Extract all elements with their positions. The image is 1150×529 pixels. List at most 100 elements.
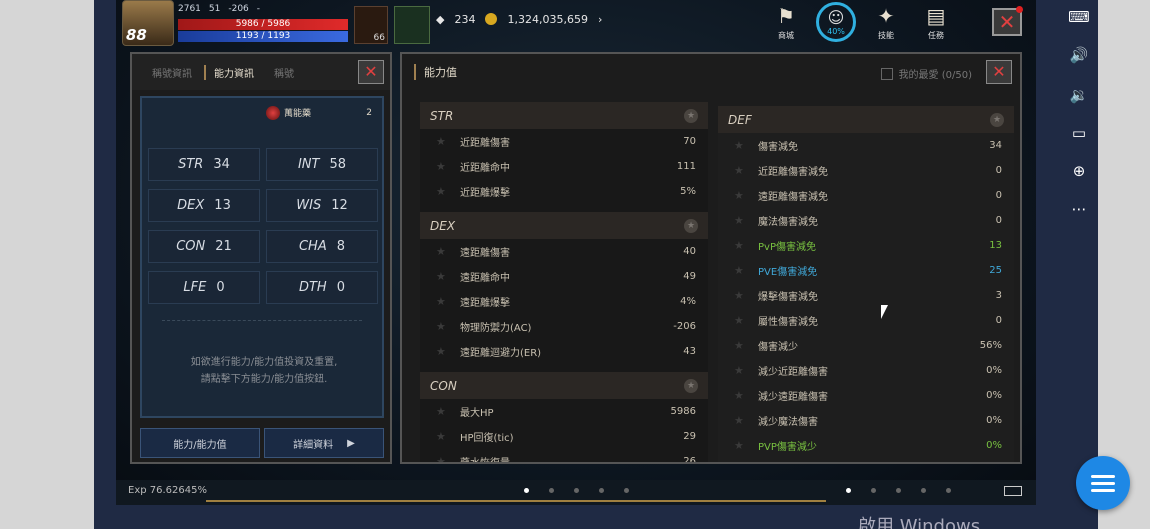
- page-dot[interactable]: [921, 488, 926, 493]
- crystal-icon: ◆: [436, 12, 445, 26]
- outer-right-bg: [1098, 0, 1150, 529]
- add-apk-icon[interactable]: ⊕: [1068, 160, 1090, 182]
- chevron-right-icon[interactable]: ›: [598, 13, 602, 26]
- stat-value: 0: [995, 215, 1002, 226]
- section-dex-header: DEX ★: [420, 212, 708, 239]
- quest-button[interactable]: ▤ 任務: [916, 2, 956, 46]
- page-dot[interactable]: [871, 488, 876, 493]
- reset-hint: 如欲進行能力/能力值投資及重置, 請點擊下方能力/能力值按鈕.: [152, 354, 376, 388]
- star-icon[interactable]: ★: [436, 405, 460, 418]
- stat-dex[interactable]: DEX 13: [148, 189, 260, 222]
- exp-readout: Exp 76.62645%: [128, 485, 207, 496]
- page-dot[interactable]: [624, 488, 629, 493]
- stat-row: ★ HP回復(tic) 29: [420, 424, 708, 449]
- star-icon[interactable]: ★: [990, 112, 1004, 127]
- stat-row: ★ PVE傷害減免 25: [718, 258, 1014, 283]
- game-viewport: 88 2761 51 -206 - 5986 / 5986 1193 / 119…: [116, 0, 1036, 505]
- volume-down-icon[interactable]: 🔉: [1068, 84, 1090, 106]
- star-icon[interactable]: ★: [734, 139, 758, 152]
- tab-title[interactable]: 稱號: [266, 65, 302, 80]
- star-icon[interactable]: ★: [734, 239, 758, 252]
- star-icon[interactable]: ★: [734, 339, 758, 352]
- tab-title-info[interactable]: 稱號資訊: [144, 65, 200, 80]
- star-icon[interactable]: ★: [734, 439, 758, 452]
- page-dot[interactable]: [549, 488, 554, 493]
- stat-row: ★ 近距離命中 111: [420, 154, 708, 179]
- stat-name: LFE: [183, 280, 207, 295]
- star-icon[interactable]: ★: [436, 245, 460, 258]
- leaf-item-slot[interactable]: [394, 6, 430, 44]
- window-frame-left: [94, 0, 116, 529]
- keyboard-icon[interactable]: ⌨: [1068, 6, 1090, 28]
- potion-slot[interactable]: 66: [354, 6, 388, 44]
- volume-up-icon[interactable]: 🔊: [1068, 44, 1090, 66]
- stat-value: 4%: [680, 296, 696, 307]
- stat-row: ★ PVP傷害減少 0%: [718, 433, 1014, 458]
- star-icon[interactable]: ★: [734, 214, 758, 227]
- star-icon[interactable]: ★: [734, 289, 758, 302]
- stat-row: ★藥水恢復量 26: [420, 449, 708, 462]
- more-icon[interactable]: ⋯: [1068, 198, 1090, 220]
- page-dot[interactable]: [846, 488, 851, 493]
- stat-int[interactable]: INT 58: [266, 148, 378, 181]
- star-icon[interactable]: ★: [436, 295, 460, 308]
- star-icon[interactable]: ★: [734, 389, 758, 402]
- star-icon[interactable]: ★: [684, 378, 698, 393]
- stat-value: 0: [995, 190, 1002, 201]
- star-icon[interactable]: ★: [734, 164, 758, 177]
- stat-row: ★ 近距離傷害 70: [420, 129, 708, 154]
- stat-wis[interactable]: WIS 12: [266, 189, 378, 222]
- star-icon[interactable]: ★: [684, 218, 698, 233]
- page-dot[interactable]: [946, 488, 951, 493]
- stat-column-left[interactable]: STR ★ ★ 近距離傷害 70 ★ 近距離命中 111 ★ 近距離爆擊 5% DEX ★ ★ 遠…: [420, 102, 708, 462]
- star-icon[interactable]: ★: [436, 270, 460, 283]
- star-icon[interactable]: ★: [436, 320, 460, 333]
- star-icon[interactable]: ★: [734, 314, 758, 327]
- hud-stat-1: 2761: [178, 4, 201, 14]
- skill-button[interactable]: ✦ 技能: [866, 2, 906, 46]
- star-icon[interactable]: ★: [436, 135, 460, 148]
- stat-lfe[interactable]: LFE 0: [148, 271, 260, 304]
- stat-value: 26: [683, 456, 696, 462]
- details-button[interactable]: 詳細資料 ▶: [264, 428, 384, 458]
- star-icon[interactable]: ★: [734, 189, 758, 202]
- page-dot[interactable]: [524, 488, 529, 493]
- shop-button[interactable]: ⚑ 商城: [766, 2, 806, 46]
- stat-row: ★ 減少近距離傷害 0%: [718, 358, 1014, 383]
- star-icon[interactable]: ★: [684, 108, 698, 123]
- hp-bar: 5986 / 5986: [178, 19, 348, 30]
- star-icon[interactable]: ★: [436, 185, 460, 198]
- page-dot[interactable]: [599, 488, 604, 493]
- star-icon[interactable]: ★: [436, 345, 460, 358]
- favorites-checkbox[interactable]: [880, 67, 893, 80]
- stat-value: 13: [989, 240, 1002, 251]
- stat-cha[interactable]: CHA 8: [266, 230, 378, 263]
- section-def-header: DEF ★: [718, 106, 1014, 133]
- page-dot[interactable]: [896, 488, 901, 493]
- stat-row: ★ 遠距離爆擊 4%: [420, 289, 708, 314]
- close-right-panel-button[interactable]: ✕: [986, 60, 1012, 84]
- stat-dth[interactable]: DTH 0: [266, 271, 378, 304]
- quest-label: 任務: [928, 31, 944, 40]
- stat-label: 近距離傷害: [460, 138, 510, 149]
- star-icon[interactable]: ★: [436, 455, 460, 462]
- hamburger-line: [1091, 474, 1115, 478]
- star-icon[interactable]: ★: [436, 160, 460, 173]
- ability-stat-button[interactable]: 能力/能力值: [140, 428, 260, 458]
- screen-icon[interactable]: ▭: [1068, 122, 1090, 144]
- menu-fab-button[interactable]: [1076, 456, 1130, 510]
- auto-button[interactable]: ☺ 40%: [816, 2, 856, 42]
- star-icon[interactable]: ★: [436, 430, 460, 443]
- tab-ability-info[interactable]: 能力資訊: [204, 64, 262, 80]
- page-dot[interactable]: [574, 488, 579, 493]
- close-left-panel-button[interactable]: ✕: [358, 60, 384, 84]
- stat-column-right[interactable]: DEF ★ ★ 傷害減免 34 ★ 近距離傷害減免 0 ★ 遠距離傷害減免 0 ★ 魔法傷害減免…: [718, 106, 1014, 462]
- stat-str[interactable]: STR 34: [148, 148, 260, 181]
- favorites-toggle[interactable]: 我的最愛 (0/50): [880, 66, 972, 81]
- hud-stat-2: 51: [208, 4, 221, 14]
- star-icon[interactable]: ★: [734, 414, 758, 427]
- star-icon[interactable]: ★: [734, 364, 758, 377]
- windows-activation-text: 啟用 Windows: [858, 516, 981, 529]
- star-icon[interactable]: ★: [734, 264, 758, 277]
- stat-con[interactable]: CON 21: [148, 230, 260, 263]
